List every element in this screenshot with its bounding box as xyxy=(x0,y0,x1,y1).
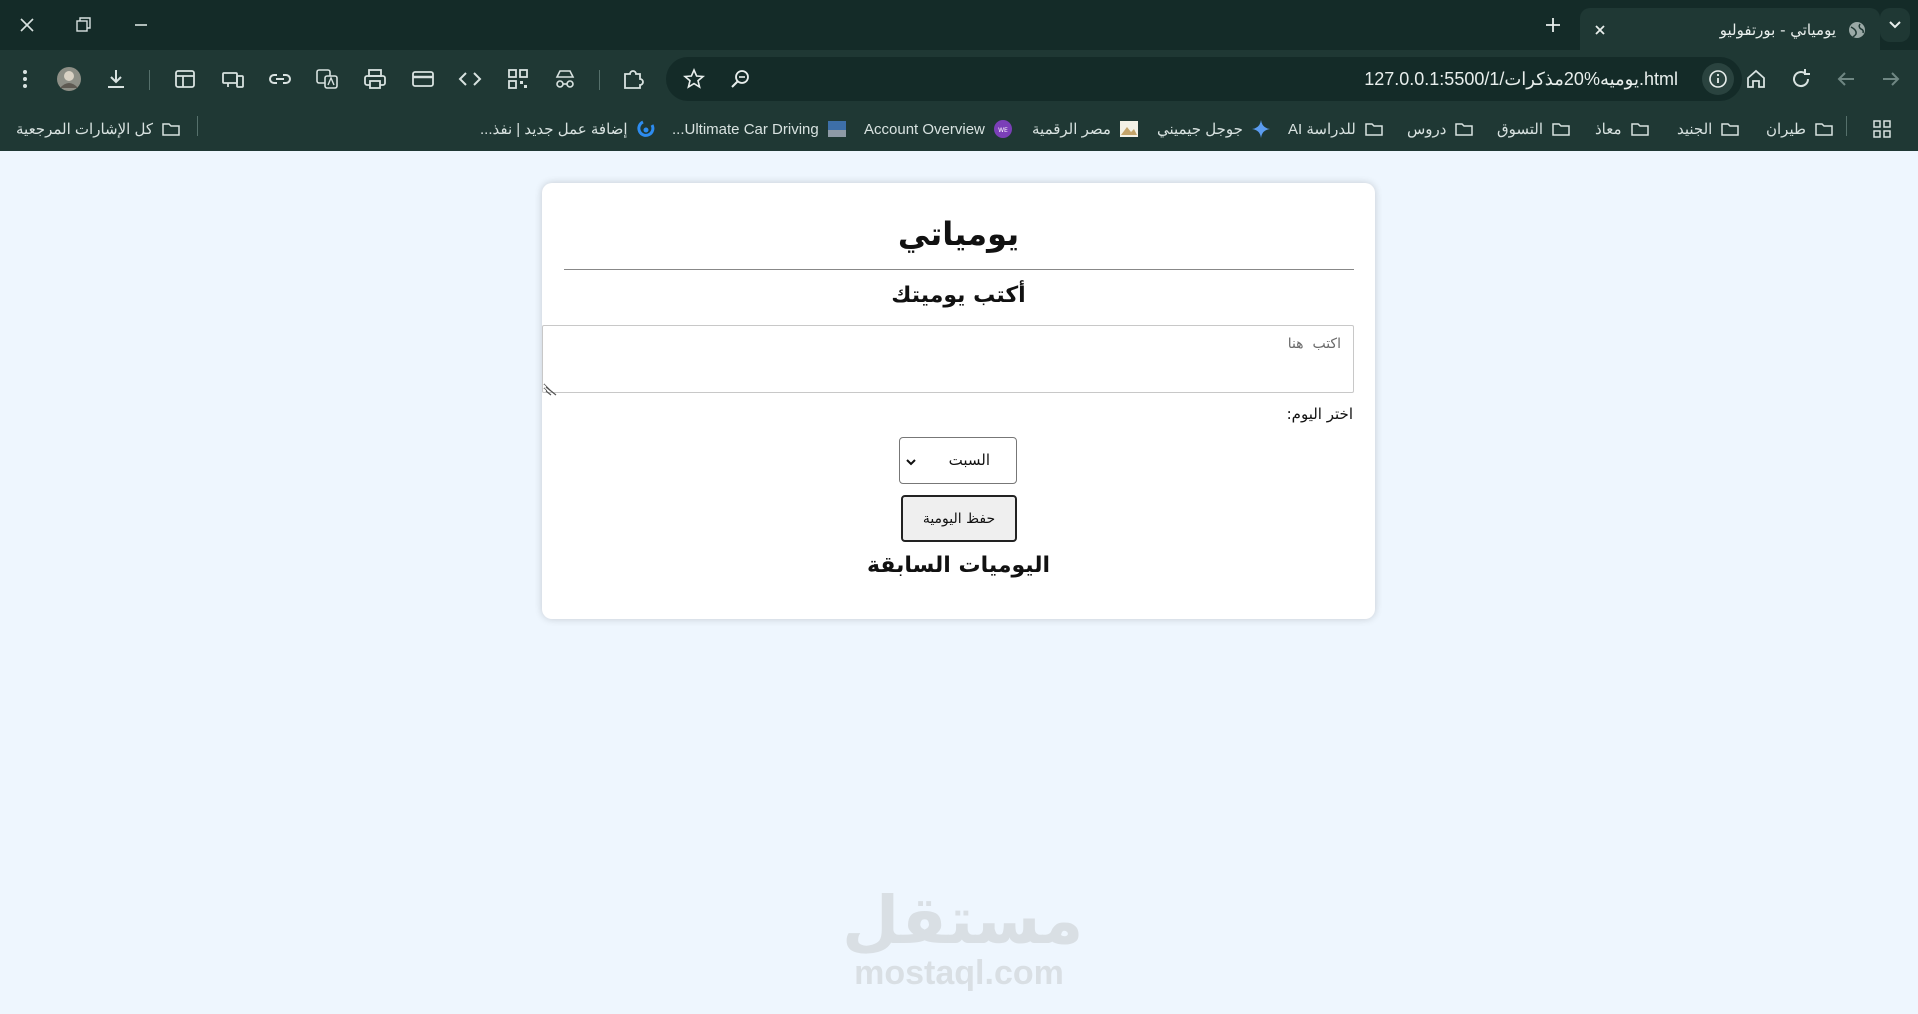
bookmark-label: دروس xyxy=(1407,121,1447,138)
watermark-arabic: مستقل xyxy=(842,882,1084,959)
minimize-window-icon[interactable] xyxy=(130,14,152,36)
bookmark-item[interactable]: للدراسة AI xyxy=(1288,116,1384,142)
day-label: اختر اليوم: xyxy=(1286,405,1353,423)
folder-icon xyxy=(1364,119,1384,139)
globe-icon xyxy=(1848,21,1866,39)
translate-icon[interactable] xyxy=(314,66,340,92)
url-text: 127.0.0.1:5500/1/يوميه%20مذكرات.html xyxy=(1364,69,1678,89)
bookmark-label: Account Overview xyxy=(864,120,985,138)
tab-title: يومياتي - بورتفوليو xyxy=(1719,21,1836,39)
download-icon[interactable] xyxy=(103,66,129,92)
link-icon[interactable] xyxy=(267,66,293,92)
bookmark-item[interactable]: طيران xyxy=(1766,116,1834,142)
tab-search-chevron-icon[interactable] xyxy=(1880,8,1910,42)
toolbar-divider xyxy=(149,70,150,90)
chevron-down-icon xyxy=(904,454,918,468)
toolbar-divider xyxy=(599,70,600,90)
image-icon xyxy=(1119,119,1139,139)
folder-icon xyxy=(1630,119,1650,139)
bookmark-star-icon[interactable] xyxy=(682,67,706,91)
cast-icon[interactable] xyxy=(220,66,246,92)
browser-chrome: يومياتي - بورتفوليو 127.0.0.1:5500/1/يوم… xyxy=(0,0,1918,151)
bookmark-label: Ultimate Car Driving... xyxy=(672,120,819,138)
back-arrow-icon[interactable] xyxy=(1833,66,1859,92)
bookmark-item[interactable]: الجنيد xyxy=(1677,116,1740,142)
qr-code-icon[interactable] xyxy=(505,66,531,92)
folder-icon xyxy=(1551,119,1571,139)
profile-avatar[interactable] xyxy=(56,66,82,92)
journal-entry-textarea[interactable] xyxy=(542,325,1354,393)
folder-icon xyxy=(1720,119,1740,139)
bookmark-label: إضافة عمل جديد | نفذ... xyxy=(480,121,628,138)
save-entry-button[interactable]: حفظ اليومية xyxy=(901,495,1017,542)
zoom-icon[interactable] xyxy=(728,67,752,91)
watermark-latin: mostaql.com xyxy=(854,954,1064,992)
close-window-icon[interactable] xyxy=(16,14,38,36)
reload-icon[interactable] xyxy=(1788,66,1814,92)
bookmark-item[interactable]: مصر الرقمية xyxy=(1032,116,1139,142)
new-tab-icon[interactable] xyxy=(1542,14,1564,36)
mostaql-watermark: مستقل mostaql.com xyxy=(842,882,1084,993)
address-bar[interactable]: 127.0.0.1:5500/1/يوميه%20مذكرات.html xyxy=(666,57,1742,101)
view-source-icon[interactable] xyxy=(457,66,483,92)
sparkle-icon xyxy=(1251,119,1271,139)
reading-mode-icon[interactable] xyxy=(172,66,198,92)
svg-text:WE: WE xyxy=(998,127,1008,134)
forward-arrow-icon[interactable] xyxy=(1878,66,1904,92)
menu-kebab-icon[interactable] xyxy=(12,66,38,92)
title-divider xyxy=(564,269,1354,270)
all-bookmarks-label: كل الإشارات المرجعية xyxy=(16,121,153,138)
folder-icon xyxy=(161,119,181,139)
site-info-icon[interactable] xyxy=(1702,63,1734,95)
bookmarks-divider xyxy=(1846,116,1847,136)
bookmark-item[interactable]: التسوق xyxy=(1497,116,1571,142)
incognito-icon[interactable] xyxy=(552,66,578,92)
active-tab[interactable]: يومياتي - بورتفوليو xyxy=(1580,8,1880,50)
bookmark-label: جوجل جيميني xyxy=(1157,121,1243,138)
day-select[interactable]: السبت xyxy=(899,437,1017,484)
bookmark-label: معاذ xyxy=(1595,121,1622,138)
previous-entries-heading: اليوميات السابقة xyxy=(866,553,1051,578)
bookmark-label: مصر الرقمية xyxy=(1032,121,1111,138)
resize-grip-icon[interactable] xyxy=(545,381,557,396)
home-icon[interactable] xyxy=(1743,66,1769,92)
all-bookmarks[interactable]: كل الإشارات المرجعية xyxy=(16,116,181,142)
bookmarks-divider xyxy=(197,116,198,136)
bookmark-item[interactable]: إضافة عمل جديد | نفذ... xyxy=(480,116,656,142)
bookmark-item[interactable]: Ultimate Car Driving... xyxy=(672,116,847,142)
page-title: يومياتي xyxy=(897,215,1020,253)
payment-card-icon[interactable] xyxy=(410,66,436,92)
tab-close-icon[interactable] xyxy=(1590,20,1610,40)
bookmark-item[interactable]: دروس xyxy=(1407,116,1474,142)
journal-card: يومياتي أكتب يوميتك اختر اليوم: السبت حف… xyxy=(542,183,1375,619)
bookmark-label: للدراسة AI xyxy=(1288,121,1356,138)
bookmark-item[interactable]: معاذ xyxy=(1595,116,1650,142)
restore-window-icon[interactable] xyxy=(72,14,94,36)
write-entry-heading: أكتب يوميتك xyxy=(891,283,1026,308)
day-select-value: السبت xyxy=(948,451,990,469)
apps-grid-icon[interactable] xyxy=(1872,116,1892,142)
game-icon xyxy=(827,119,847,139)
folder-icon xyxy=(1454,119,1474,139)
blue-logo-icon xyxy=(636,119,656,139)
bookmark-item[interactable]: WE Account Overview xyxy=(864,116,1013,142)
folder-icon xyxy=(1814,119,1834,139)
bookmark-label: الجنيد xyxy=(1677,121,1713,138)
bookmark-item[interactable]: جوجل جيميني xyxy=(1157,116,1271,142)
bookmark-label: طيران xyxy=(1766,121,1806,138)
bookmark-label: التسوق xyxy=(1497,121,1544,138)
print-icon[interactable] xyxy=(362,66,388,92)
extensions-puzzle-icon[interactable] xyxy=(620,66,646,92)
web-icon: WE xyxy=(993,119,1013,139)
